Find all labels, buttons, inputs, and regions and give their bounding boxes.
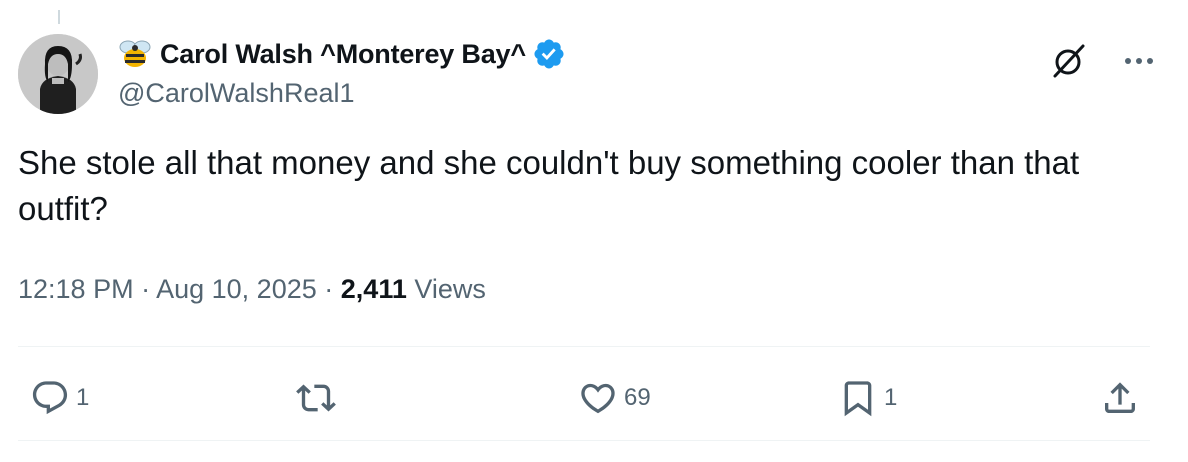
- author-handle[interactable]: @CarolWalshReal1: [118, 78, 566, 109]
- retweet-button[interactable]: [296, 374, 342, 422]
- divider: [18, 346, 1150, 347]
- tweet-actions-bar: 1 69 1: [18, 374, 1150, 422]
- tweet-date[interactable]: Aug 10, 2025: [156, 274, 317, 304]
- bookmark-icon: [844, 381, 872, 417]
- like-count: 69: [624, 384, 651, 411]
- retweet-icon: [296, 384, 336, 412]
- author-name-row[interactable]: Carol Walsh ^Monterey Bay^: [118, 34, 566, 74]
- author-info: Carol Walsh ^Monterey Bay^ @CarolWalshRe…: [118, 34, 566, 109]
- reply-button[interactable]: 1: [30, 374, 89, 422]
- author-display-name[interactable]: Carol Walsh ^Monterey Bay^: [160, 39, 526, 70]
- grok-icon[interactable]: [1050, 42, 1088, 80]
- views-label: Views: [414, 274, 486, 304]
- bookmark-button[interactable]: 1: [838, 374, 897, 422]
- share-button[interactable]: [1100, 374, 1140, 422]
- bee-icon: [118, 38, 152, 70]
- like-button[interactable]: 69: [578, 374, 651, 422]
- avatar[interactable]: [18, 34, 98, 114]
- tweet-time[interactable]: 12:18 PM: [18, 274, 134, 304]
- share-icon: [1105, 382, 1135, 413]
- views-count: 2,411: [340, 274, 407, 304]
- bookmark-count: 1: [884, 384, 898, 411]
- tweet-text: She stole all that money and she couldn'…: [18, 144, 1089, 227]
- thread-connector-line: [58, 10, 60, 24]
- reply-icon: [32, 381, 68, 415]
- tweet-header: Carol Walsh ^Monterey Bay^ @CarolWalshRe…: [18, 34, 1158, 118]
- heart-icon: [581, 383, 615, 414]
- tweet-meta: 12:18 PM · Aug 10, 2025 · 2,411 Views: [18, 274, 486, 305]
- meta-separator: ·: [324, 274, 341, 304]
- divider: [18, 440, 1150, 441]
- more-icon[interactable]: [1120, 48, 1158, 74]
- reply-count: 1: [76, 384, 90, 411]
- meta-separator: ·: [141, 274, 157, 304]
- verified-badge-icon[interactable]: [532, 37, 566, 71]
